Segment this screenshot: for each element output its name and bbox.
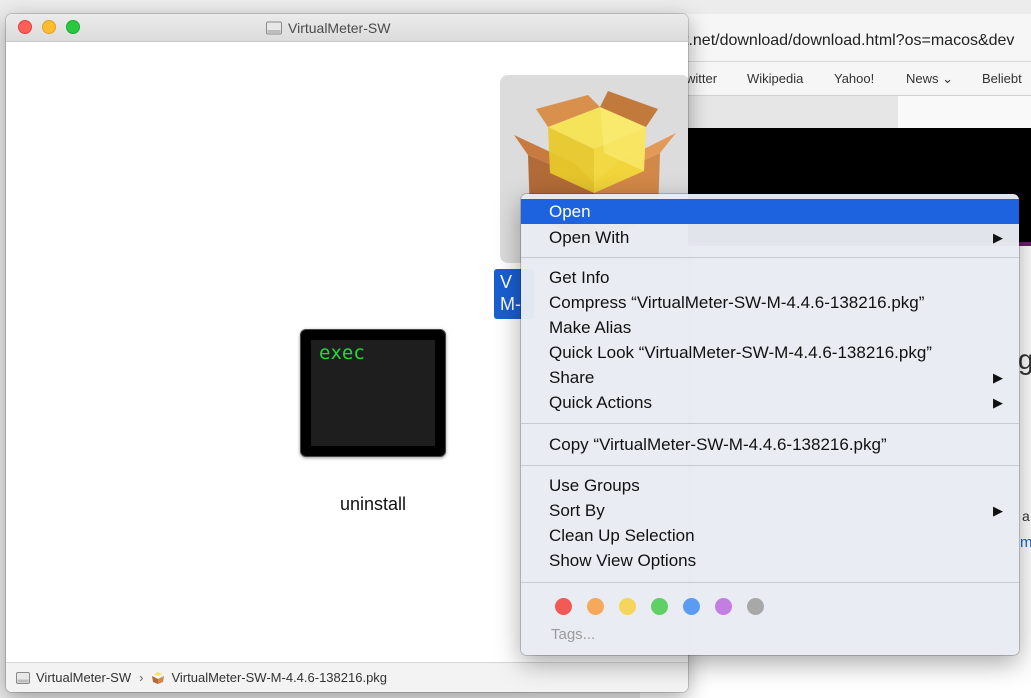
bookmark-beliebt[interactable]: Beliebt: [982, 71, 1022, 86]
menu-item-tags[interactable]: Tags...: [551, 626, 595, 643]
menu-item-label: Compress “VirtualMeter-SW-M-4.4.6-138216…: [549, 293, 925, 312]
minimize-window-button[interactable]: [42, 20, 56, 34]
zoom-window-button[interactable]: [66, 20, 80, 34]
window-title-text: VirtualMeter-SW: [288, 20, 391, 36]
menu-item-use-groups[interactable]: Use Groups: [521, 473, 1019, 498]
page-text-fragment-g: g: [1018, 344, 1031, 375]
menu-item-open[interactable]: Open: [521, 199, 1019, 224]
tag-blue-dot[interactable]: [683, 598, 700, 615]
tag-green-dot[interactable]: [651, 598, 668, 615]
menu-item-sort-by[interactable]: Sort By ▶: [521, 498, 1019, 523]
menu-item-show-view-options[interactable]: Show View Options: [521, 548, 1019, 573]
bookmarks-bar: witter Wikipedia Yahoo! News ⌄ Beliebt: [640, 62, 1031, 96]
menu-item-quick-actions[interactable]: Quick Actions ▶: [521, 390, 1019, 415]
close-window-button[interactable]: [18, 20, 32, 34]
menu-item-label: Open: [549, 202, 591, 221]
terminal-exec-icon[interactable]: exec: [300, 329, 446, 457]
finder-titlebar[interactable]: VirtualMeter-SW: [6, 14, 688, 42]
submenu-arrow-icon: ▶: [993, 230, 1003, 245]
bookmark-wikipedia[interactable]: Wikipedia: [747, 71, 803, 86]
tag-orange-dot[interactable]: [587, 598, 604, 615]
bookmark-yahoo[interactable]: Yahoo!: [834, 71, 874, 86]
menu-item-make-alias[interactable]: Make Alias: [521, 315, 1019, 340]
path-crumb-pkg[interactable]: VirtualMeter-SW-M-4.4.6-138216.pkg: [151, 670, 387, 685]
menu-item-label: Make Alias: [549, 318, 632, 337]
menu-item-share[interactable]: Share ▶: [521, 365, 1019, 390]
menu-item-label: Quick Look “VirtualMeter-SW-M-4.4.6-1382…: [549, 343, 932, 362]
uninstall-file-label[interactable]: uninstall: [296, 494, 450, 515]
menu-separator: [521, 257, 1019, 258]
package-icon: [152, 671, 165, 684]
browser-tab-active[interactable]: [898, 96, 1031, 128]
tag-purple-dot[interactable]: [715, 598, 732, 615]
menu-item-open-with[interactable]: Open With ▶: [521, 225, 1019, 250]
menu-item-label: Use Groups: [549, 476, 640, 495]
finder-path-bar: VirtualMeter-SW › VirtualMeter-SW-M-4.4.…: [6, 662, 688, 692]
menu-item-label: Clean Up Selection: [549, 526, 695, 545]
browser-url-bar[interactable]: t.net/download/download.html?os=macos&de…: [640, 14, 1031, 62]
window-title: VirtualMeter-SW: [266, 19, 390, 37]
page-text-fragment-a: a: [1022, 508, 1030, 524]
page-link-fragment-m[interactable]: m: [1020, 534, 1031, 551]
menu-item-label: Get Info: [549, 268, 610, 287]
menu-item-label: Quick Actions: [549, 393, 652, 412]
submenu-arrow-icon: ▶: [993, 370, 1003, 385]
menu-item-label: Copy “VirtualMeter-SW-M-4.4.6-138216.pkg…: [549, 435, 887, 454]
path-crumb-disk[interactable]: VirtualMeter-SW: [16, 670, 131, 685]
tag-red-dot[interactable]: [555, 598, 572, 615]
menu-separator: [521, 423, 1019, 424]
context-menu: Open Open With ▶ Get Info Compress “Virt…: [521, 194, 1019, 655]
menu-separator: [521, 465, 1019, 466]
menu-separator: [521, 582, 1019, 583]
browser-tab-strip: [640, 96, 1031, 128]
path-crumb-disk-label: VirtualMeter-SW: [36, 670, 132, 685]
menu-item-get-info[interactable]: Get Info: [521, 265, 1019, 290]
menu-item-label: Share: [549, 368, 595, 387]
path-crumb-pkg-label: VirtualMeter-SW-M-4.4.6-138216.pkg: [171, 670, 388, 685]
chevron-right-icon: ›: [139, 670, 144, 685]
bookmark-twitter[interactable]: witter: [686, 71, 717, 86]
url-text: t.net/download/download.html?os=macos&de…: [684, 32, 1015, 49]
disk-image-icon: [266, 21, 282, 35]
menu-item-clean-up-selection[interactable]: Clean Up Selection: [521, 523, 1019, 548]
submenu-arrow-icon: ▶: [993, 503, 1003, 518]
exec-icon-text: exec: [319, 342, 365, 364]
disk-image-icon: [16, 671, 30, 684]
menu-item-label: Sort By: [549, 501, 605, 520]
submenu-arrow-icon: ▶: [993, 395, 1003, 410]
menu-item-compress[interactable]: Compress “VirtualMeter-SW-M-4.4.6-138216…: [521, 290, 1019, 315]
tag-yellow-dot[interactable]: [619, 598, 636, 615]
menu-item-copy[interactable]: Copy “VirtualMeter-SW-M-4.4.6-138216.pkg…: [521, 432, 1019, 457]
terminal-screen: exec: [311, 340, 435, 446]
bookmark-news[interactable]: News ⌄: [906, 71, 953, 87]
menu-item-quick-look[interactable]: Quick Look “VirtualMeter-SW-M-4.4.6-1382…: [521, 340, 1019, 365]
menu-item-label: Show View Options: [549, 551, 697, 570]
tag-gray-dot[interactable]: [747, 598, 764, 615]
menu-item-label: Open With: [549, 228, 630, 247]
